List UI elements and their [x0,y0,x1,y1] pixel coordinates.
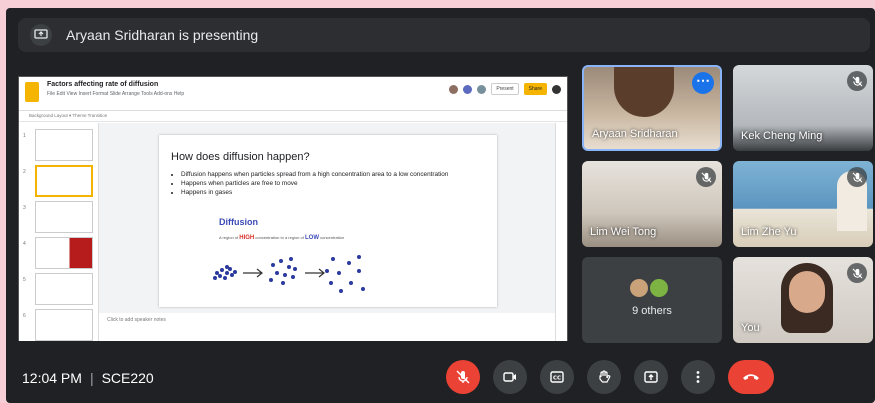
others-tile[interactable]: 9 others [582,257,722,343]
mic-off-icon [696,167,716,187]
end-call-button[interactable] [728,360,774,394]
diffusion-diagram [213,255,365,293]
avatar [552,84,561,94]
presenter-banner: Aryaan Sridharan is presenting [18,18,870,52]
avatar [628,277,650,299]
slide-number: 4 [23,241,26,247]
meeting-info: 12:04 PM | SCE220 [22,370,154,386]
captions-button[interactable]: CC [540,360,574,394]
meeting-time: 12:04 PM [22,370,82,386]
slide-thumbnail [35,237,93,269]
speaker-notes: Click to add speaker notes [99,313,555,341]
shared-screen[interactable]: Factors affecting rate of diffusion File… [18,76,568,341]
mic-off-icon [456,370,470,384]
avatar [477,84,487,94]
slide-bullets: Diffusion happens when particles spread … [181,171,481,198]
slide-bullet: Diffusion happens when particles spread … [181,171,481,179]
slide-bullet: Happens in gases [181,189,481,197]
participant-tile-lim-zhe-yu[interactable]: Lim Zhe Yu [733,161,873,247]
participant-video [789,271,825,313]
participant-name: Lim Zhe Yu [741,226,797,238]
slides-header: Factors affecting rate of diffusion File… [19,77,567,111]
participant-tile-kek[interactable]: Kek Cheng Ming [733,65,873,151]
participant-name: Lim Wei Tong [590,226,657,238]
slides-toolbar: Background Layout ▾ Theme Transition [19,111,567,122]
bottom-bar: 12:04 PM | SCE220 CC [6,358,875,403]
slides-doc-title: Factors affecting rate of diffusion [47,81,159,88]
meeting-code: SCE220 [101,370,154,386]
raise-hand-icon [599,370,611,383]
caption-text: concentration [320,235,345,240]
more-options-icon [696,371,700,383]
slide-number: 1 [23,133,26,139]
captions-icon: CC [550,371,564,383]
separator: | [89,370,94,386]
more-options-icon[interactable]: ⋯ [692,72,714,94]
slide-number: 6 [23,313,26,319]
camera-toggle-button[interactable] [493,360,527,394]
slides-side-rail [555,123,567,341]
slides-share-button: Share [523,83,547,95]
avatar [463,84,473,94]
end-call-icon [743,374,759,380]
raise-hand-button[interactable] [587,360,621,394]
present-now-button[interactable] [634,360,668,394]
slide-thumbnail [35,129,93,161]
caption-high: HIGH [239,235,255,241]
participant-name: Aryaan Sridharan [592,128,678,140]
mic-off-icon [847,263,867,283]
slides-menu-bar: File Edit View Insert Format Slide Arran… [47,91,185,97]
participant-name: You [741,322,760,334]
presenter-banner-text: Aryaan Sridharan is presenting [66,27,259,43]
slide-bullet: Happens when particles are free to move [181,180,481,188]
present-screen-icon [30,24,52,46]
mic-off-icon [847,71,867,91]
participant-video [614,67,674,117]
current-slide: How does diffusion happen? Diffusion hap… [159,135,497,307]
avatar [449,84,459,94]
slides-header-actions: Present Share [449,83,561,95]
participant-tile-lim-wei-tong[interactable]: Lim Wei Tong [582,161,722,247]
svg-text:CC: CC [553,376,561,382]
slide-heading: How does diffusion happen? [171,151,310,163]
slide-number: 3 [23,205,26,211]
diagram-title: Diffusion [219,217,258,227]
caption-low: LOW [304,235,319,241]
slide-thumbnail [35,201,93,233]
participant-tile-aryaan[interactable]: ⋯ Aryaan Sridharan [582,65,722,151]
caption-text: concentration to a region of [255,235,304,240]
present-screen-icon [644,371,658,383]
slides-present-button: Present [491,83,519,95]
slide-thumbnails: 1 2 3 4 5 6 [19,123,99,341]
more-options-button[interactable] [681,360,715,394]
caption-text: A region of [219,235,239,240]
slides-body: 1 2 3 4 5 6 How does diffusion happen? D… [19,123,567,341]
others-count: 9 others [632,305,672,317]
slide-thumbnail [35,309,93,341]
slide-number: 5 [23,277,26,283]
slide-number: 2 [23,169,26,175]
slide-thumbnail [35,273,93,305]
slides-logo-icon [25,82,39,102]
diagram-caption: A region of HIGH concentration to a regi… [219,235,344,241]
avatar [648,277,670,299]
meet-stage: Aryaan Sridharan is presenting Factors a… [6,8,875,403]
mic-off-icon [847,167,867,187]
participant-tile-you[interactable]: You [733,257,873,343]
participant-name: Kek Cheng Ming [741,130,823,142]
slide-thumbnail [35,165,93,197]
camera-icon [503,372,516,382]
mic-toggle-button[interactable] [446,360,480,394]
